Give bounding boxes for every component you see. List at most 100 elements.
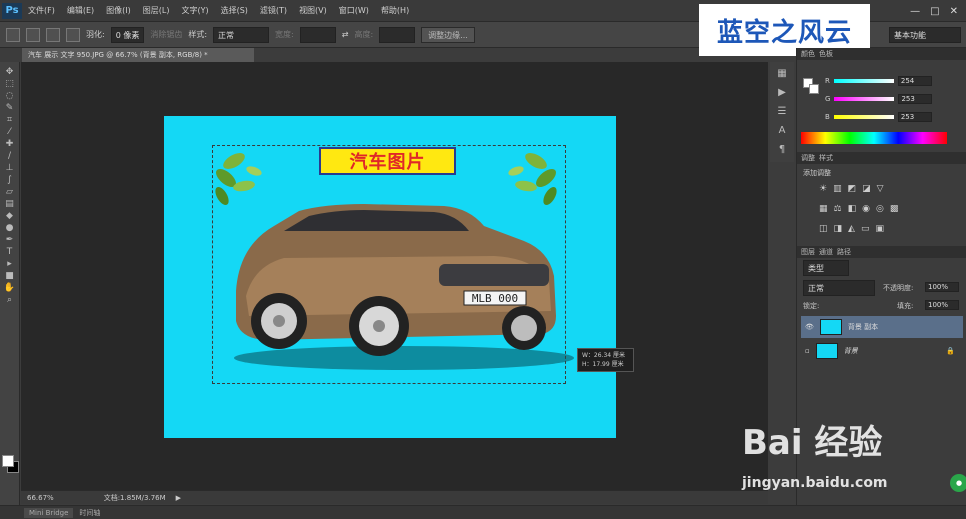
history-icon[interactable]: ▦ [777,68,786,79]
tab-paths[interactable]: 路径 [837,247,851,257]
layer-row-bg-copy[interactable]: 👁 背景 副本 [801,316,963,338]
menu-select[interactable]: 选择(S) [215,5,254,16]
character-icon[interactable]: A [779,125,786,136]
dodge-tool-icon[interactable]: ● [4,224,16,233]
menu-filter[interactable]: 滤镜(T) [254,5,293,16]
stamp-tool-icon[interactable]: ⊥ [4,164,16,173]
fill-value[interactable]: 100% [925,300,959,310]
color-spectrum[interactable] [801,132,947,144]
healing-tool-icon[interactable]: ✚ [4,140,16,149]
marquee-tool-preset-icon[interactable] [6,27,20,42]
paragraph-icon[interactable]: ¶ [779,144,785,155]
tab-layers[interactable]: 图层 [801,247,815,257]
minimize-button[interactable]: — [910,6,920,17]
menu-help[interactable]: 帮助(H) [375,5,415,16]
green-slider-row: G 253 [825,94,933,104]
mini-bridge-tab[interactable]: Mini Bridge [24,507,74,518]
menu-window[interactable]: 窗口(W) [333,5,375,16]
menu-view[interactable]: 视图(V) [293,5,333,16]
posterize-icon[interactable]: ◨ [834,224,843,234]
height-input[interactable] [379,26,416,43]
visibility-eye-icon[interactable]: 👁 [805,323,814,331]
visibility-box-icon[interactable]: ▫ [805,347,810,355]
menu-type[interactable]: 文字(Y) [175,5,214,16]
width-input[interactable] [299,26,336,43]
shape-tool-icon[interactable]: ■ [4,272,16,281]
path-select-tool-icon[interactable]: ▸ [4,260,16,269]
blue-slider[interactable] [833,115,894,119]
blend-mode-select[interactable]: 正常 [803,280,875,296]
tooltip-width: W：26.34 厘米 [582,352,626,359]
eyedropper-tool-icon[interactable]: ⁄ [4,128,16,137]
feather-input[interactable]: 0 像素 [110,26,145,43]
gradient-map-icon[interactable]: ▭ [861,224,870,234]
marquee-tool-icon[interactable]: ⬚ [4,80,16,89]
menu-edit[interactable]: 编辑(E) [61,5,100,16]
color-bg-swatch[interactable] [809,84,819,94]
zoom-tool-icon[interactable]: ⌕ [4,296,16,305]
menu-layer[interactable]: 图层(L) [137,5,176,16]
curves-icon[interactable]: ◩ [848,184,857,194]
properties-icon[interactable]: ☰ [778,106,787,117]
opacity-value[interactable]: 100% [925,282,959,292]
blur-tool-icon[interactable]: ◆ [4,212,16,221]
subtract-selection-icon[interactable] [66,27,80,42]
green-status-icon[interactable]: ● [950,474,966,492]
eraser-tool-icon[interactable]: ▱ [4,188,16,197]
green-slider[interactable] [834,97,895,101]
workspace-select[interactable]: 基本功能 [889,27,961,43]
swap-icon[interactable]: ⇄ [342,30,349,39]
actions-icon[interactable]: ▶ [778,87,786,98]
photo-filter-icon[interactable]: ◉ [862,204,870,214]
antialias-checkbox[interactable]: 消除锯齿 [150,29,182,40]
history-brush-icon[interactable]: ∫ [4,176,16,185]
close-button[interactable]: ✕ [950,6,958,17]
brush-tool-icon[interactable]: ∕ [4,152,16,161]
type-tool-icon[interactable]: T [4,248,16,257]
pen-tool-icon[interactable]: ✒ [4,236,16,245]
lock-icon: 🔒 [946,347,955,355]
gradient-tool-icon[interactable]: ▤ [4,200,16,209]
invert-icon[interactable]: ◫ [819,224,828,234]
document-tab[interactable]: 汽车 展示 文字 950.JPG @ 66.7% (背景 副本, RGB/8) … [22,48,254,62]
levels-icon[interactable]: ▥ [833,184,842,194]
move-tool-icon[interactable]: ✥ [4,68,16,77]
menu-file[interactable]: 文件(F) [22,5,61,16]
style-select[interactable]: 正常 [213,26,270,43]
foreground-color-swatch[interactable] [2,455,14,467]
tab-swatches[interactable]: 色板 [819,49,833,59]
green-value[interactable]: 253 [898,94,933,104]
red-value[interactable]: 254 [897,76,932,86]
channel-mixer-icon[interactable]: ◎ [876,204,884,214]
black-white-icon[interactable]: ◧ [848,204,857,214]
tab-adjustments[interactable]: 调整 [801,153,815,163]
crop-tool-icon[interactable]: ⌗ [4,116,16,125]
status-arrow-icon[interactable]: ▶ [176,494,181,502]
lasso-tool-icon[interactable]: ◌ [4,92,16,101]
color-lookup-icon[interactable]: ▩ [890,204,899,214]
layer-kind-filter[interactable]: 类型 [803,260,849,276]
exposure-icon[interactable]: ◪ [862,184,871,194]
maximize-button[interactable]: □ [930,6,939,17]
refine-edge-button[interactable]: 调整边缘... [421,26,475,43]
add-selection-icon[interactable] [46,27,60,42]
vibrance-icon[interactable]: ▽ [877,184,884,194]
color-balance-icon[interactable]: ⚖ [834,204,842,214]
tab-styles[interactable]: 样式 [819,153,833,163]
layer-row-background[interactable]: ▫ 背景 🔒 [801,340,963,362]
quick-select-tool-icon[interactable]: ✎ [4,104,16,113]
hue-icon[interactable]: ▦ [819,204,828,214]
zoom-level[interactable]: 66.67% [27,494,54,502]
blue-value[interactable]: 253 [897,112,932,122]
new-selection-icon[interactable] [26,27,40,42]
tab-channels[interactable]: 通道 [819,247,833,257]
menu-image[interactable]: 图像(I) [100,5,137,16]
hand-tool-icon[interactable]: ✋ [4,284,16,293]
timeline-tab[interactable]: 时间轴 [79,508,100,518]
marquee-selection[interactable] [212,145,566,384]
red-slider[interactable] [833,79,894,83]
selective-color-icon[interactable]: ▣ [875,224,884,234]
tab-color[interactable]: 颜色 [801,49,815,59]
brightness-icon[interactable]: ☀ [819,184,827,194]
threshold-icon[interactable]: ◭ [848,224,855,234]
